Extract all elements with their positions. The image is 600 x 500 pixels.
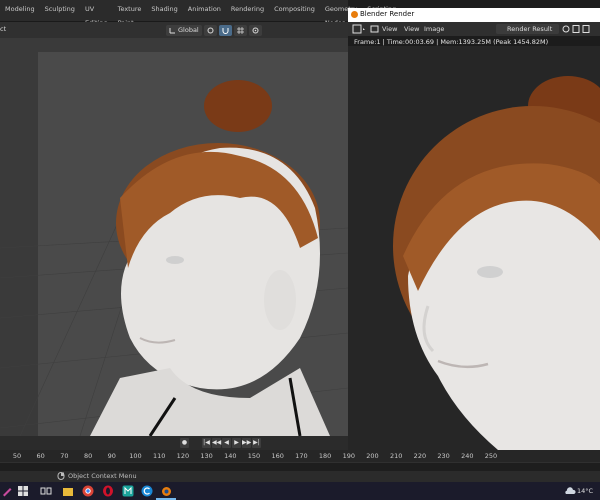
grid-snap-icon — [236, 26, 244, 34]
menu-view-2[interactable]: View — [404, 24, 419, 34]
blender-icon — [351, 11, 358, 18]
chrome-icon[interactable] — [82, 485, 94, 497]
floor-grid — [0, 80, 348, 436]
rendered-character — [348, 46, 600, 450]
timeline-tick-label: 210 — [389, 452, 403, 460]
object-menu-label[interactable]: ct — [0, 25, 6, 33]
timeline-tick-label: 190 — [342, 452, 356, 460]
editor-type-button[interactable] — [352, 24, 366, 34]
render-window-title: Blender Render — [360, 10, 415, 18]
tab-shading[interactable]: Shading — [146, 2, 182, 16]
playback-controls: ● |◀ ◀◀ ◀ ▶ ▶▶ ▶| — [180, 438, 261, 448]
orientation-axes-icon — [169, 27, 175, 33]
timeline-tick-label: 240 — [461, 452, 474, 460]
start-icon[interactable] — [17, 485, 29, 497]
image-editor-header: View View Image Render Result — [348, 22, 600, 36]
tab-sculpting[interactable]: Sculpting — [40, 2, 80, 16]
app-c-icon[interactable] — [141, 485, 153, 497]
timeline-tick-label: 90 — [107, 452, 116, 460]
render-result-label: Render Result — [507, 25, 553, 33]
timeline-tick-label: 70 — [60, 452, 69, 460]
render-window: Blender Render View View Image Render Re… — [348, 8, 600, 450]
timeline-tick-label: 110 — [152, 452, 166, 460]
tab-animation[interactable]: Animation — [183, 2, 226, 16]
timeline-tick-label: 50 — [12, 452, 22, 460]
transform-orientation-group: Global — [166, 24, 262, 36]
snap-button[interactable] — [218, 24, 232, 36]
timeline-tick-label: 220 — [413, 452, 427, 460]
windows-taskbar: 14°C — [0, 482, 600, 500]
menu-image[interactable]: Image — [424, 24, 444, 34]
timeline-track[interactable] — [0, 462, 600, 471]
blender-icon[interactable] — [160, 485, 172, 497]
weather-cloud-icon[interactable] — [564, 486, 576, 498]
3d-viewport[interactable] — [0, 38, 348, 436]
opera-icon[interactable] — [102, 485, 114, 497]
proportional-editing-button[interactable] — [248, 24, 262, 36]
timeline-tick-label: 160 — [271, 452, 284, 460]
timeline-tick-label: 80 — [83, 452, 93, 460]
tab-modeling[interactable]: Modeling — [0, 2, 40, 16]
timeline-tick-label: 60 — [36, 452, 45, 460]
record-button[interactable]: ● — [180, 438, 189, 448]
image-action-icons[interactable] — [562, 24, 596, 34]
proportional-icon — [252, 27, 259, 33]
timeline-tick-label: 250 — [484, 452, 498, 460]
character-preview — [90, 80, 330, 436]
app-m-icon[interactable] — [122, 485, 134, 497]
magnet-icon — [222, 27, 229, 34]
context-menu-hint: Object Context Menu — [68, 472, 137, 480]
jump-keyframe-forward-button[interactable]: ▶▶ — [242, 438, 251, 448]
workspace-tabs: Modeling Sculpting UV Editing Texture Pa… — [0, 2, 401, 27]
jump-end-button[interactable]: ▶| — [252, 438, 261, 448]
timeline-tick-label: 200 — [366, 452, 379, 460]
timeline-tick-label: 150 — [247, 452, 261, 460]
timeline-tick-label: 230 — [437, 452, 450, 460]
play-reverse-button[interactable]: ◀ — [222, 438, 231, 448]
jump-keyframe-back-button[interactable]: ◀◀ — [212, 438, 221, 448]
timeline-tick-label: 130 — [200, 452, 213, 460]
weather-temperature[interactable]: 14°C — [577, 487, 593, 495]
timeline-tick-label: 140 — [224, 452, 237, 460]
snap-target-button[interactable] — [233, 24, 247, 36]
status-bar: Object Context Menu — [0, 471, 600, 482]
viewport-header: ct Global — [0, 22, 348, 38]
menu-view[interactable]: View — [382, 24, 397, 34]
tab-rendering[interactable]: Rendering — [226, 2, 269, 16]
tab-compositing[interactable]: Compositing — [269, 2, 320, 16]
render-window-titlebar: Blender Render — [348, 8, 600, 22]
pen-icon[interactable] — [1, 485, 13, 497]
timeline-tick-label: 100 — [129, 452, 142, 460]
timeline-tick-label: 120 — [176, 452, 190, 460]
image-datablock-selector[interactable]: Render Result — [496, 24, 559, 34]
image-editor-icon — [352, 24, 365, 34]
timeline-header: ● |◀ ◀◀ ◀ ▶ ▶▶ ▶| — [0, 436, 348, 450]
mouse-right-icon — [57, 472, 65, 480]
pivot-icon — [207, 27, 214, 33]
render-result-canvas[interactable] — [348, 46, 600, 450]
timeline-tick-label: 170 — [295, 452, 308, 460]
image-buttons — [562, 24, 596, 34]
play-button[interactable]: ▶ — [232, 438, 241, 448]
orientation-label: Global — [178, 25, 199, 34]
render-info-text: Frame:1 | Time:00:03.69 | Mem:1393.25M (… — [354, 38, 549, 46]
workspace-bar: Modeling Sculpting UV Editing Texture Pa… — [0, 0, 396, 27]
file-explorer-icon[interactable] — [62, 485, 74, 497]
timeline-tick-label: 180 — [318, 452, 332, 460]
task-view-icon[interactable] — [40, 485, 52, 497]
tab-uv-editing[interactable]: UV Editing — [80, 2, 113, 27]
timeline-ruler[interactable]: 50 60 70 80 90 100 110 120 130 140 150 160 170 180 190… — [0, 450, 600, 462]
pivot-point-button[interactable] — [203, 24, 217, 36]
jump-start-button[interactable]: |◀ — [202, 438, 211, 448]
transform-orientation-dropdown[interactable]: Global — [166, 24, 202, 36]
tab-texture-paint[interactable]: Texture Paint — [113, 2, 147, 27]
